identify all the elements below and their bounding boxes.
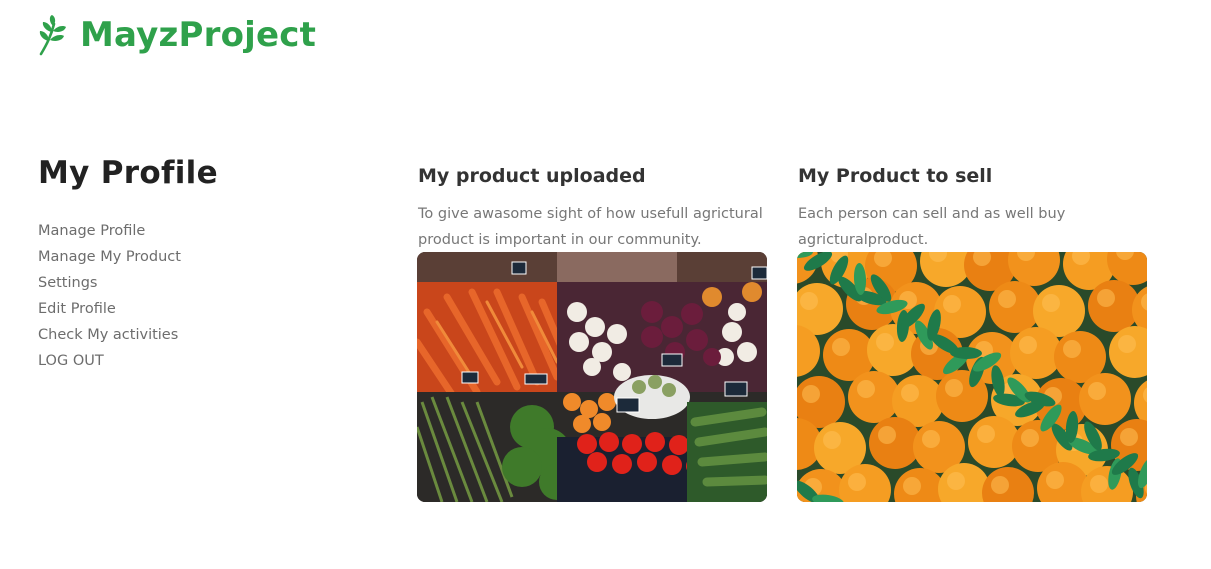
menu-item-check-activities: Check My activities xyxy=(38,322,181,348)
profile-menu: Manage Profile Manage My Product Setting… xyxy=(38,218,181,374)
product-uploaded-title: My product uploaded xyxy=(418,165,646,187)
edit-profile-link[interactable]: Edit Profile xyxy=(38,296,116,322)
brand-name: MayzProject xyxy=(80,15,317,55)
menu-item-settings: Settings xyxy=(38,270,181,296)
vegetable-market-photo xyxy=(417,252,767,502)
settings-link[interactable]: Settings xyxy=(38,270,97,296)
menu-item-log-out: LOG OUT xyxy=(38,348,181,374)
product-to-sell-description: Each person can sell and as well buy agr… xyxy=(798,206,1066,248)
manage-my-product-link[interactable]: Manage My Product xyxy=(38,244,181,270)
product-to-sell-title: My Product to sell xyxy=(798,165,993,187)
menu-item-manage-profile: Manage Profile xyxy=(38,218,181,244)
menu-item-edit-profile: Edit Profile xyxy=(38,296,181,322)
brand-logo[interactable]: MayzProject xyxy=(37,14,316,56)
menu-item-manage-my-product: Manage My Product xyxy=(38,244,181,270)
leaf-icon xyxy=(39,15,66,56)
oranges-image[interactable] xyxy=(797,252,1147,502)
page-title: My Profile xyxy=(38,155,218,191)
check-my-activities-link[interactable]: Check My activities xyxy=(38,322,178,348)
log-out-link[interactable]: LOG OUT xyxy=(38,348,104,374)
product-to-sell-card: My Product to sell Each person can sell … xyxy=(797,163,1147,502)
product-uploaded-description: To give awasome sight of how usefull agr… xyxy=(418,206,763,248)
product-uploaded-card: My product uploaded To give awasome sigh… xyxy=(417,163,767,502)
manage-profile-link[interactable]: Manage Profile xyxy=(38,218,145,244)
vegetable-market-image[interactable] xyxy=(417,252,767,502)
oranges-photo xyxy=(797,252,1147,502)
